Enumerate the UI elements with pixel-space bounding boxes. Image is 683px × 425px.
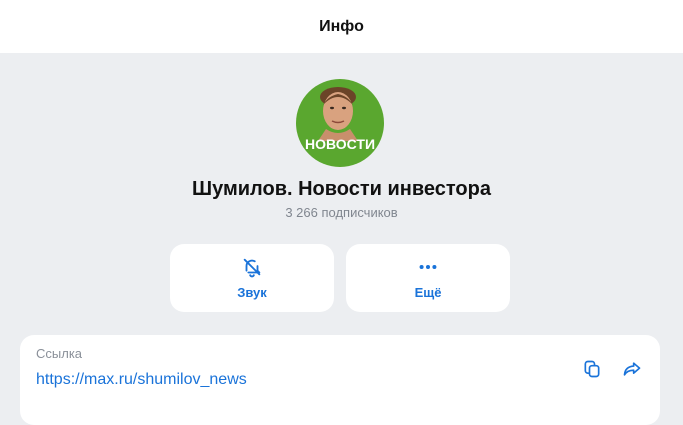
page-title: Инфо [319, 17, 364, 35]
channel-avatar[interactable]: НОВОСТИ [296, 79, 384, 167]
sound-button-label: Звук [237, 285, 267, 300]
subscriber-count: 3 266 подписчиков [285, 205, 398, 220]
link-label: Ссылка [36, 346, 83, 361]
copy-icon[interactable] [580, 357, 604, 381]
avatar-image: НОВОСТИ [296, 79, 384, 167]
more-button[interactable]: Ещё [346, 244, 510, 312]
more-dots-icon [417, 256, 439, 278]
channel-link[interactable]: https://max.ru/shumilov_news [36, 371, 247, 389]
top-bar: Инфо [0, 0, 683, 53]
sound-button[interactable]: Звук [170, 244, 334, 312]
link-card: Ссылка https://max.ru/shumilov_news [20, 335, 660, 425]
avatar-caption: НОВОСТИ [305, 136, 375, 152]
bell-off-icon [241, 256, 263, 278]
more-button-label: Ещё [414, 285, 442, 300]
channel-name: Шумилов. Новости инвестора [191, 178, 491, 200]
share-icon[interactable] [620, 357, 644, 381]
